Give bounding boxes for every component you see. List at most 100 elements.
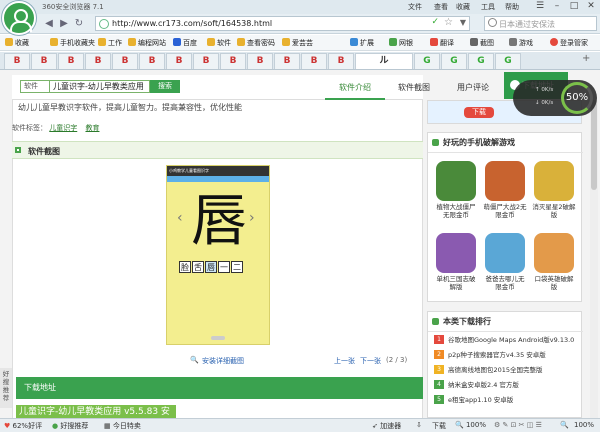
tab-9[interactable]: B [220,53,246,69]
game-name: 植物大战僵尸无限金币 [436,203,476,219]
status-zoom-icon[interactable]: 🔍 [560,421,569,429]
ranking-item[interactable]: 1 谷歌地图Google Maps Android版v9.13.0 [434,334,579,347]
zoom-icon: 🔍 [455,421,464,429]
tab-15[interactable]: G [414,53,440,69]
url-text[interactable]: http://www.cr173.com/soft/164538.html [112,19,272,28]
accelerator-button[interactable]: ➶ 加速器 [372,421,401,431]
menu-view[interactable]: 查看 [434,2,448,12]
games-panel-title: 好玩的手机破解游戏 [428,133,583,153]
tab-12[interactable]: B [301,53,327,69]
site-safe-icon[interactable]: ✓ [431,17,439,27]
tab-7[interactable]: B [166,53,192,69]
zoom-dropdown[interactable]: 🔍 100% [455,421,486,429]
tab-16[interactable]: G [441,53,467,69]
menu-help[interactable]: 帮助 [505,2,519,12]
bookmark-passwords[interactable]: 查看密码 [237,38,275,48]
install-screenshot-link[interactable]: 安装详细截图 [202,356,244,366]
site-search-button[interactable]: 搜索 [150,80,180,93]
bookmark-favorites[interactable]: 收藏 [5,38,29,48]
scrollbar-thumb[interactable] [591,100,597,190]
tab-screenshots[interactable]: 软件截图 [385,75,443,100]
games-button[interactable]: 游戏 [509,38,533,48]
download-speed: ↓ 0K/s [535,100,554,106]
ad-download-badge[interactable]: 下载 [464,107,494,118]
ranking-item[interactable]: 2 p2p种子搜索器官方v4.35 安卓版 [434,349,579,362]
login-manager-button[interactable]: 登录管家 [550,38,588,48]
tab-11[interactable]: B [274,53,300,69]
tab-10[interactable]: B [247,53,273,69]
bookmark-software[interactable]: 软件 [207,38,231,48]
status-tools[interactable]: ⚙ ✎ ⊡ ✂ ◫ ☰ [494,421,542,429]
download-status-icon[interactable]: ⇩ [416,421,422,429]
status-zoom[interactable]: 100% [574,421,594,429]
ranking-item[interactable]: 3 高德离线地图包2015全国完整版 [434,364,579,377]
bookmark-work[interactable]: 工作 [98,38,122,48]
bookmark-aiyunyun[interactable]: 爱芸芸 [282,38,313,48]
menu-tools[interactable]: 工具 [481,2,495,12]
screenshot-button[interactable]: 截图 [470,38,494,48]
tab-3[interactable]: B [58,53,84,69]
new-tab-icon[interactable]: + [582,53,590,64]
ranking-item[interactable]: 5 e租宝app1.10 安卓版 [434,394,579,407]
close-icon[interactable]: ✕ [583,0,599,13]
minimize-icon[interactable]: – [549,0,565,13]
address-bar[interactable]: http://www.cr173.com/soft/164538.html ✓ … [95,16,470,31]
favorite-star-icon[interactable]: ☆ [444,17,453,28]
game-item[interactable]: 萌僵尸大战2无限金币 [483,161,527,219]
tab-4[interactable]: B [85,53,111,69]
back-icon[interactable]: ◀ [42,17,56,31]
maximize-icon[interactable]: □ [566,0,582,13]
next-image-link[interactable]: 下一张 [360,356,381,366]
rank-badge: 3 [434,365,444,374]
tab-1[interactable]: B [4,53,30,69]
ranking-item-name: 谷歌地图Google Maps Android版v9.13.0 [448,336,575,344]
tab-active[interactable]: ル [355,53,413,69]
game-item[interactable]: 消灭星星2破解版 [532,161,576,219]
daily-sale-status[interactable]: ▦ 今日特卖 [104,421,141,431]
address-dropdown-icon[interactable]: ▼ [460,18,466,27]
game-item[interactable]: 口袋英雄破解版 [532,233,576,291]
site-search-input[interactable]: 儿童识字-幼儿早教类应用 [50,80,150,93]
bookmark-programming[interactable]: 编程网站 [128,38,166,48]
tag-kids-literacy[interactable]: 儿童识字 [49,124,77,132]
menu-favorites[interactable]: 收藏 [456,2,470,12]
search-category-select[interactable]: 软件 [20,80,50,93]
download-status-label[interactable]: 下载 [432,421,446,431]
app-screenshot[interactable]: 小鸡教学儿童看图识字 ‹ 唇 › 脸舌唇一二 [166,165,270,345]
bookmark-baidu[interactable]: 百度 [173,38,197,48]
section-bullet-icon [15,147,21,153]
game-item[interactable]: 爸爸去哪儿无限金币 [483,233,527,291]
game-item[interactable]: 单机三国志破解版 [434,233,478,291]
menu-file[interactable]: 文件 [408,2,422,12]
tab-17[interactable]: G [468,53,494,69]
tab-13[interactable]: B [328,53,354,69]
side-recommend-tab[interactable]: 好搜推荐 [0,368,12,408]
download-file-name[interactable]: 儿童识字-幼儿早教类应用 v5.5.83 安 [16,405,176,419]
user-avatar[interactable] [2,1,36,35]
tab-2[interactable]: B [31,53,57,69]
ranking-item[interactable]: 4 纳米盒安卓版2.4 官方版 [434,379,579,392]
online-banking[interactable]: 网银 [389,38,413,48]
tag-education[interactable]: 教育 [85,124,99,132]
word-box: 一 [218,261,230,273]
extensions-menu[interactable]: 扩展 [350,38,374,48]
translate-button[interactable]: 翻译 [430,38,454,48]
skin-icon[interactable]: ☰ [532,0,548,13]
tab-user-reviews[interactable]: 用户评论 [443,75,503,100]
game-name: 消灭星星2破解版 [532,203,576,219]
tab-6[interactable]: B [139,53,165,69]
browser-search-box[interactable]: 日本通过安保法 [484,16,597,31]
recommend-status[interactable]: ● 好搜推荐 [52,421,88,431]
forward-icon[interactable]: ▶ [57,17,71,31]
rating-status[interactable]: ♥ 62%好评 [4,421,42,431]
tab-8[interactable]: B [193,53,219,69]
network-speed-widget[interactable]: ↑ 0K/s ↓ 0K/s 50% [513,80,597,116]
refresh-icon[interactable]: ↻ [72,17,86,31]
tab-18[interactable]: G [495,53,521,69]
bookmark-mobile[interactable]: 手机收藏夹 [50,38,95,48]
prev-image-link[interactable]: 上一张 [334,356,355,366]
zoom-icon[interactable]: 🔍 [190,356,199,364]
tab-5[interactable]: B [112,53,138,69]
tab-software-intro[interactable]: 软件介绍 [325,75,385,100]
game-item[interactable]: 植物大战僵尸无限金币 [434,161,478,219]
